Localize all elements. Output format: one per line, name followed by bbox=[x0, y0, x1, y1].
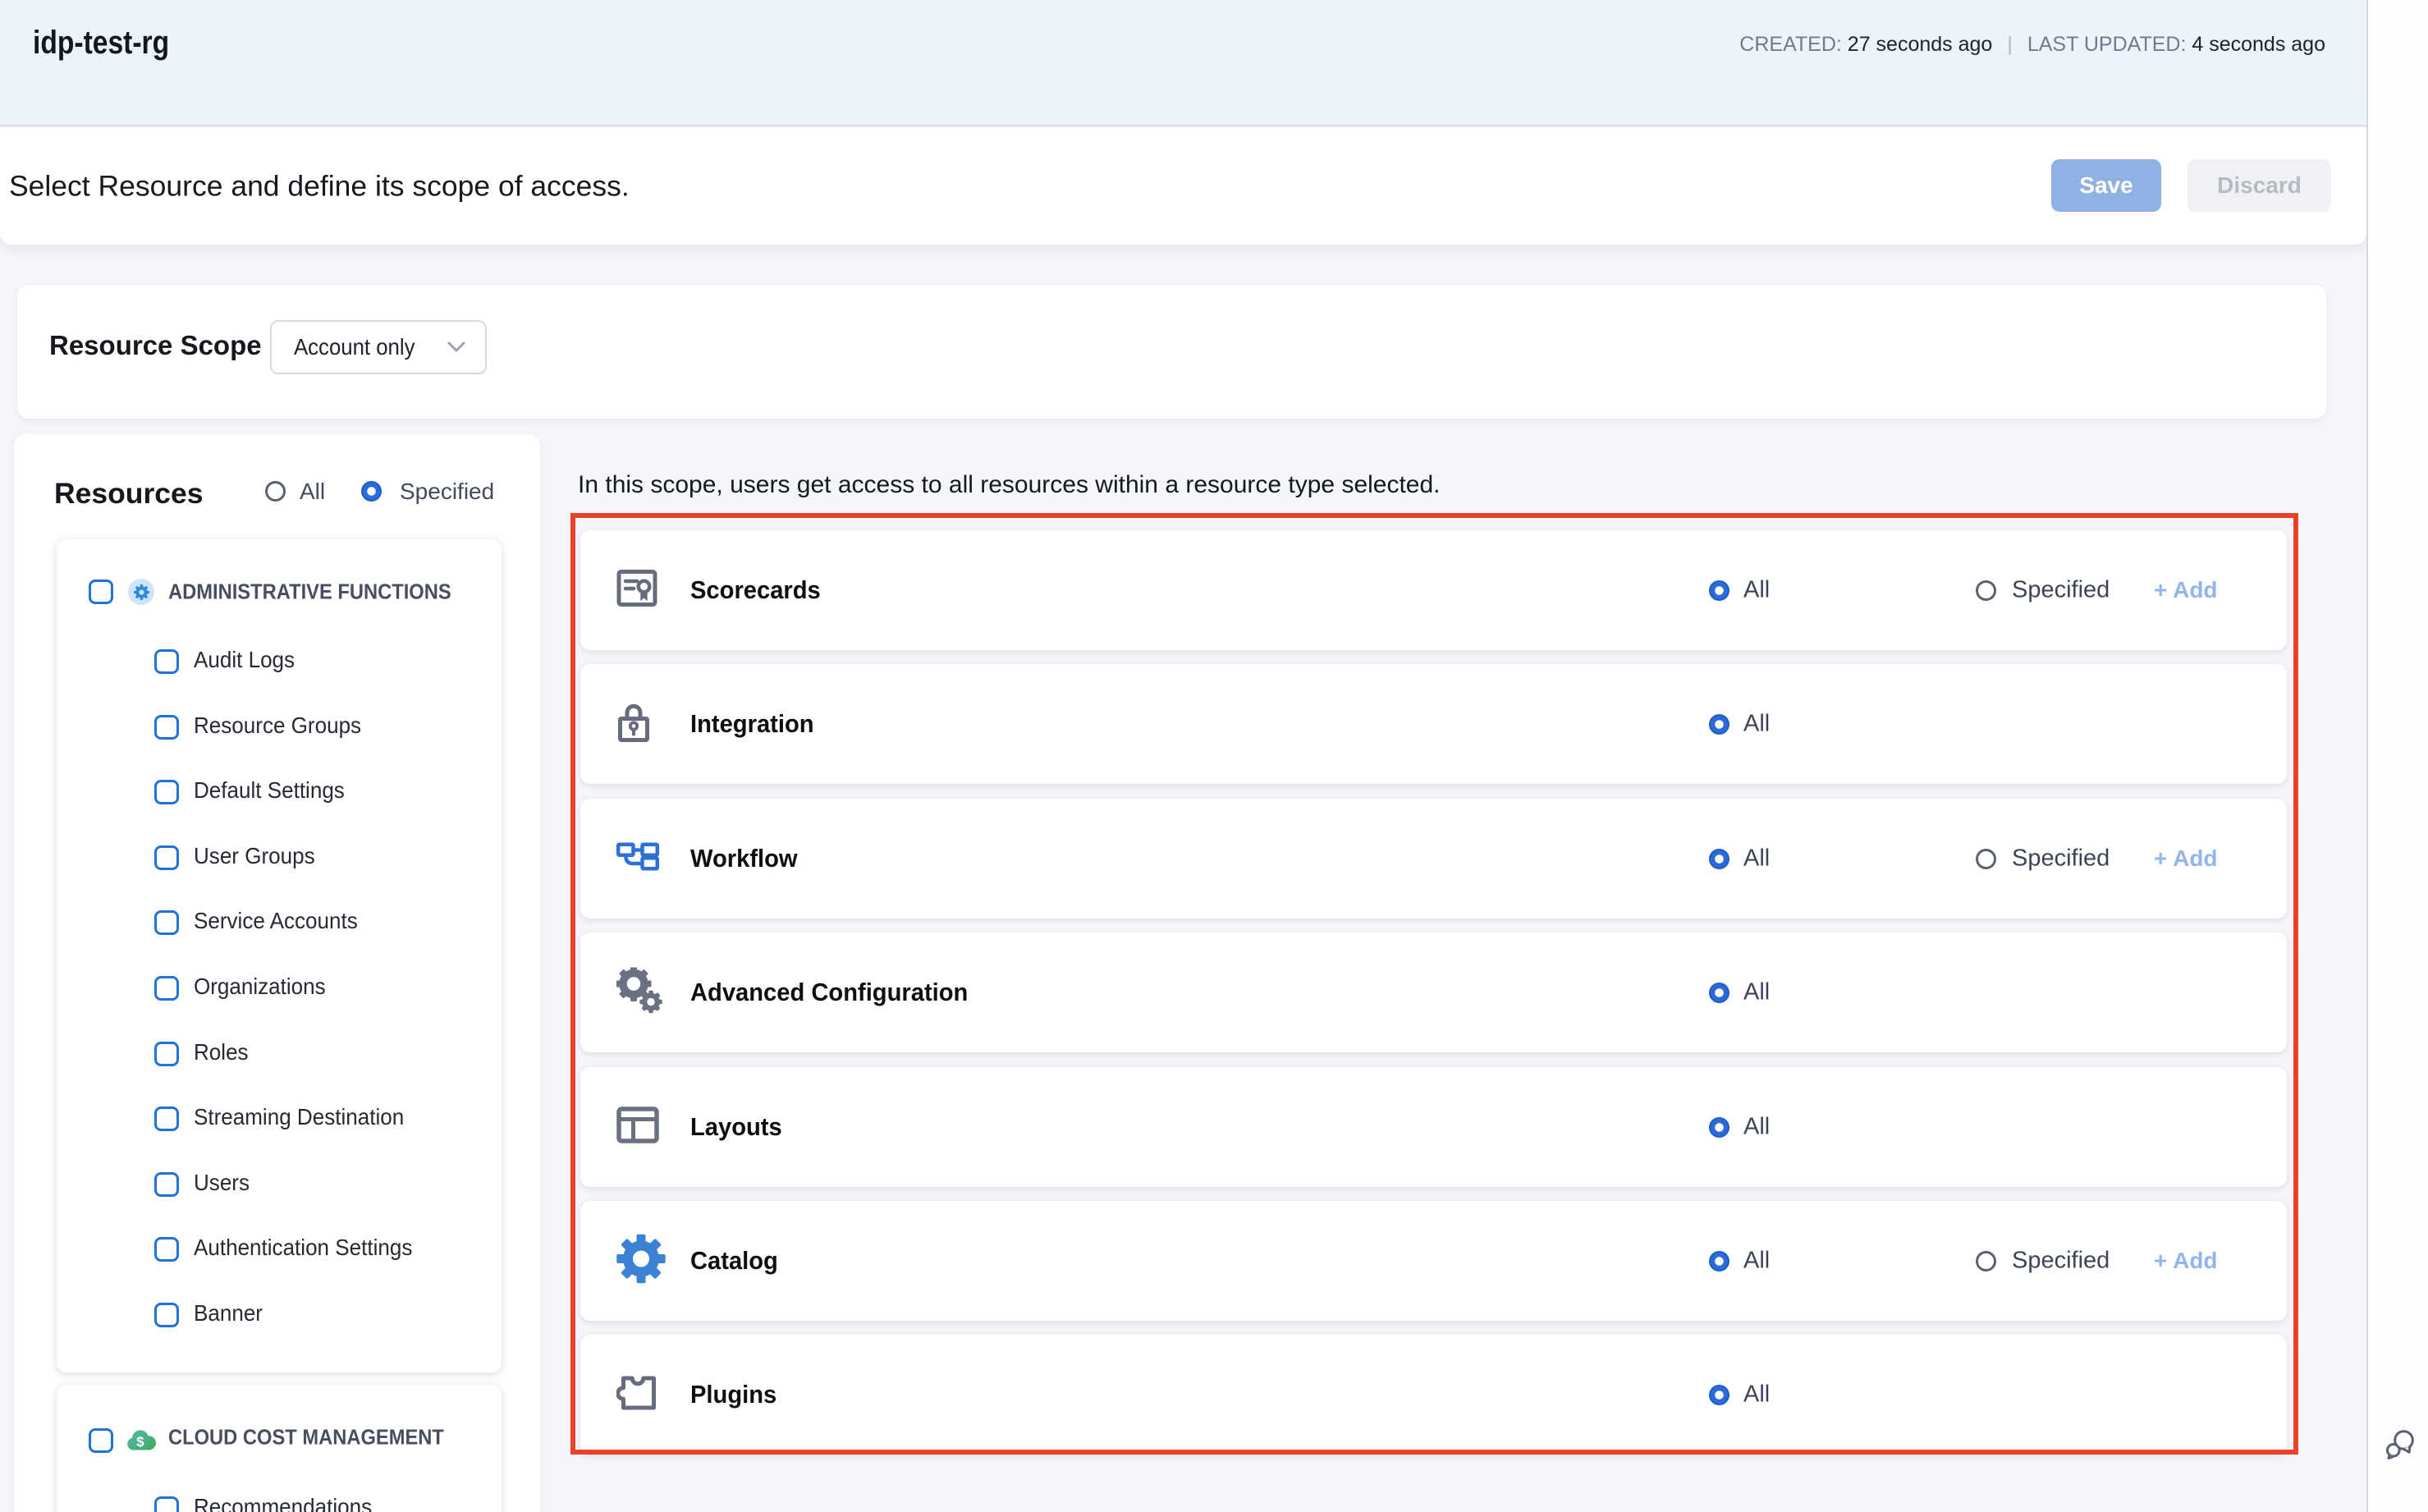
svg-text:$: $ bbox=[136, 1434, 144, 1450]
